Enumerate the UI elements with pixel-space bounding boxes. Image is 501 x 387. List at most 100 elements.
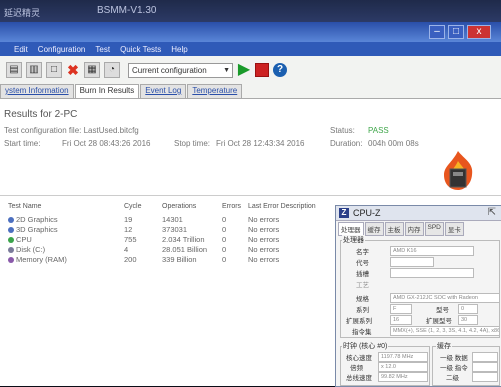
menu-quick-tests[interactable]: Quick Tests <box>120 45 161 54</box>
divider <box>0 195 501 196</box>
save-icon[interactable]: □ <box>46 62 62 78</box>
header-test-name[interactable]: Test Name <box>8 203 41 210</box>
cpuz-socket-value <box>390 268 474 278</box>
tab-system-information[interactable]: ystem Information <box>0 84 74 98</box>
cpuz-model-label: 型号 <box>436 307 449 314</box>
errors-cell: 0 <box>222 225 227 234</box>
cpuz-tab-mainboard[interactable]: 主板 <box>384 222 404 236</box>
cpuz-l1i-value <box>472 362 498 372</box>
last-error-cell: No errors <box>248 235 280 244</box>
cycle-cell: 19 <box>124 215 133 224</box>
gauge-icon[interactable]: ◔ <box>104 62 120 78</box>
operations-cell: 373031 <box>162 225 188 234</box>
config-file-line: Test configuration file: LastUsed.bitcfg <box>4 126 139 135</box>
last-error-cell: No errors <box>248 255 280 264</box>
cpuz-ext-family-label: 扩展系列 <box>346 318 372 325</box>
delete-icon[interactable]: ✖ <box>66 63 80 77</box>
menu-help[interactable]: Help <box>171 45 187 54</box>
table-row[interactable]: 2D Graphics 19 14301 0 No errors <box>0 215 340 225</box>
errors-cell: 0 <box>222 215 227 224</box>
restore-button[interactable]: □ <box>448 25 464 39</box>
operations-cell: 339 Billion <box>162 255 197 264</box>
test-name-cell: Disk (C:) <box>8 245 45 254</box>
cpuz-l1d-label: 一级 数据 <box>440 355 468 362</box>
cpuz-titlebar: Z CPU-Z ⇱ <box>336 206 501 221</box>
tab-temperature[interactable]: Temperature <box>187 84 243 98</box>
report-icon[interactable]: ▦ <box>84 62 100 78</box>
last-error-cell: No errors <box>248 225 280 234</box>
cpuz-tab-cache[interactable]: 缓存 <box>364 222 384 236</box>
header-errors[interactable]: Errors <box>222 203 241 210</box>
minimize-button[interactable]: – <box>429 25 445 39</box>
table-row[interactable]: 3D Graphics 12 373031 0 No errors <box>0 225 340 235</box>
table-row[interactable]: CPU 755 2.034 Trillion 0 No errors <box>0 235 340 245</box>
menubar: Edit Configuration Test Quick Tests Help <box>0 42 501 56</box>
play-icon[interactable]: ▶ <box>237 62 251 78</box>
cpuz-logo-icon: Z <box>339 208 349 218</box>
outer-title-bar: 延迟精灵 BSMM-V1.30 <box>0 0 501 22</box>
new-icon[interactable]: ▤ <box>6 62 22 78</box>
cpuz-l1d-value <box>472 352 498 362</box>
outer-app-name: 延迟精灵 <box>4 8 41 18</box>
help-icon[interactable]: ? <box>273 63 287 77</box>
start-time-value: Fri Oct 28 08:43:26 2016 <box>62 139 151 148</box>
mouse-cursor-icon: ⇱ <box>487 207 496 218</box>
cycle-cell: 200 <box>124 255 137 264</box>
outer-tool-name: BSMM-V1.30 <box>97 5 157 16</box>
cpuz-name-value: AMD K16 <box>390 246 474 256</box>
operations-cell: 2.034 Trillion <box>162 235 205 244</box>
menu-edit[interactable]: Edit <box>14 45 28 54</box>
status-label: Status: <box>330 126 355 135</box>
menu-configuration[interactable]: Configuration <box>38 45 86 54</box>
cpuz-tab-memory[interactable]: 内存 <box>404 222 424 236</box>
cpuz-clocks-legend: 时钟 (核心 #0) <box>342 341 389 351</box>
table-header: Test Name Cycle Operations Errors Last E… <box>0 203 340 213</box>
cpuz-core-speed-value: 1197.78 MHz <box>378 352 428 362</box>
cpuz-tabs: 处理器 缓存 主板 内存 SPD 显卡 <box>338 222 464 236</box>
cpuz-tab-graphics[interactable]: 显卡 <box>444 222 464 236</box>
test-name-text: 3D Graphics <box>16 225 58 234</box>
cycle-cell: 12 <box>124 225 133 234</box>
configuration-select[interactable]: Current configuration ▼ <box>128 62 233 78</box>
cpuz-ext-family-value: 16 <box>390 315 412 325</box>
menu-test[interactable]: Test <box>95 45 110 54</box>
open-icon[interactable]: ▥ <box>26 62 42 78</box>
cpuz-spec-value: AMD GX-212JC SOC with Radeon <box>390 293 500 303</box>
cpuz-family-label: 系列 <box>356 307 369 314</box>
table-row[interactable]: Disk (C:) 4 28.051 Billion 0 No errors <box>0 245 340 255</box>
cpuz-codename-label: 代号 <box>356 260 369 267</box>
cpuz-processor-legend: 处理器 <box>342 235 365 245</box>
cpuz-instructions-value: MMX(+), SSE (1, 2, 3, 3S, 4.1, 4.2, 4A),… <box>390 326 500 336</box>
cpuz-socket-label: 插槽 <box>356 271 369 278</box>
test-name-cell: 3D Graphics <box>8 225 58 234</box>
table-row[interactable]: Memory (RAM) 200 339 Billion 0 No errors <box>0 255 340 265</box>
tab-strip: ystem Information Burn In Results Event … <box>0 84 243 98</box>
toolbar: ▤ ▥ □ ✖ ▦ ◔ Current configuration ▼ ▶ ? <box>0 58 501 82</box>
duration-label: Duration: <box>330 139 363 148</box>
cpuz-ext-model-label: 扩展型号 <box>426 318 452 325</box>
test-type-icon <box>8 237 14 244</box>
header-last-error[interactable]: Last Error Description <box>248 203 316 210</box>
stop-icon[interactable] <box>255 63 269 77</box>
test-type-icon <box>8 247 14 254</box>
cycle-cell: 755 <box>124 235 137 244</box>
cpuz-ext-model-value: 30 <box>458 315 478 325</box>
cpuz-l2-label: 二级 <box>446 375 459 382</box>
chevron-down-icon: ▼ <box>223 66 230 74</box>
cpuz-multiplier-label: 倍频 <box>350 365 363 372</box>
header-cycle[interactable]: Cycle <box>124 203 142 210</box>
tab-event-log[interactable]: Event Log <box>140 84 187 98</box>
cpuz-tab-cpu[interactable]: 处理器 <box>338 222 364 236</box>
cpuz-spec-label: 规格 <box>356 296 369 303</box>
cpuz-process-label: 工艺 <box>356 282 369 289</box>
cpuz-l1i-label: 一级 指令 <box>440 365 468 372</box>
cpuz-tab-spd[interactable]: SPD <box>424 222 444 236</box>
tab-burn-in-results[interactable]: Burn In Results <box>74 84 140 98</box>
cpuz-window: Z CPU-Z ⇱ 处理器 缓存 主板 内存 SPD 显卡 处理器 名字 AMD… <box>335 205 501 387</box>
test-name-cell: CPU <box>8 235 32 244</box>
cpuz-title: CPU-Z <box>353 208 381 218</box>
errors-cell: 0 <box>222 255 227 264</box>
header-operations[interactable]: Operations <box>162 203 196 210</box>
close-button[interactable]: x <box>467 25 491 39</box>
test-type-icon <box>8 217 14 224</box>
